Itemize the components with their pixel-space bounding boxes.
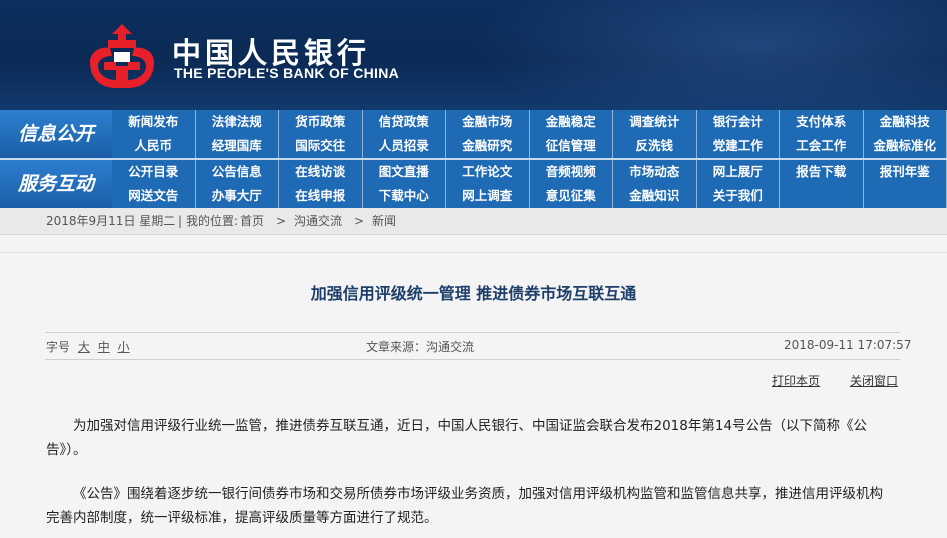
nav-item-info-13[interactable]: 人员招录 bbox=[363, 134, 447, 158]
meta-divider-bottom bbox=[45, 359, 900, 360]
meta-divider-top bbox=[45, 332, 900, 333]
nav-item-info-1[interactable]: 法律法规 bbox=[196, 110, 280, 134]
nav-item-info-5[interactable]: 金融稳定 bbox=[530, 110, 614, 134]
nav-item-info-17[interactable]: 党建工作 bbox=[697, 134, 781, 158]
nav-item-service-18 bbox=[780, 184, 864, 208]
location-label: 我的位置: bbox=[186, 208, 238, 234]
font-size-medium-link[interactable]: 中 bbox=[98, 340, 110, 354]
main-navigation: 信息公开 新闻发布法律法规货币政策信贷政策金融市场金融稳定调查统计银行会计支付体… bbox=[0, 110, 947, 208]
print-page-link[interactable]: 打印本页 bbox=[772, 372, 820, 389]
nav-item-service-2[interactable]: 在线访谈 bbox=[279, 160, 363, 184]
nav-item-info-14[interactable]: 金融研究 bbox=[446, 134, 530, 158]
nav-item-service-7[interactable]: 网上展厅 bbox=[697, 160, 781, 184]
breadcrumb-level1-link[interactable]: 沟通交流 bbox=[294, 208, 342, 234]
nav-item-service-16[interactable]: 金融知识 bbox=[613, 184, 697, 208]
nav-item-info-6[interactable]: 调查统计 bbox=[613, 110, 697, 134]
article-title: 加强信用评级统一管理 推进债券市场互联互通 bbox=[0, 280, 947, 304]
nav-item-info-10[interactable]: 人民币 bbox=[112, 134, 196, 158]
breadcrumb-level2-link[interactable]: 新闻 bbox=[372, 208, 396, 234]
current-date: 2018年9月11日 星期二 bbox=[46, 208, 175, 234]
nav-item-service-9[interactable]: 报刊年鉴 bbox=[864, 160, 947, 184]
article-paragraph: 《公告》围绕着逐步统一银行间债券市场和交易所债券市场评级业务资质，加强对信用评级… bbox=[46, 482, 896, 530]
nav-item-service-13[interactable]: 下载中心 bbox=[363, 184, 447, 208]
nav-item-service-17[interactable]: 关于我们 bbox=[697, 184, 781, 208]
nav-item-info-12[interactable]: 国际交往 bbox=[279, 134, 363, 158]
nav-item-service-0[interactable]: 公开目录 bbox=[112, 160, 196, 184]
nav-item-info-0[interactable]: 新闻发布 bbox=[112, 110, 196, 134]
nav-item-service-15[interactable]: 意见征集 bbox=[530, 184, 614, 208]
font-size-small-link[interactable]: 小 bbox=[118, 340, 130, 354]
nav-item-info-9[interactable]: 金融科技 bbox=[864, 110, 947, 134]
nav-item-info-19[interactable]: 金融标准化 bbox=[864, 134, 947, 158]
nav-section-label-info: 信息公开 bbox=[0, 110, 112, 158]
font-size-controls: 字号 大 中 小 bbox=[46, 338, 130, 355]
nav-item-service-10[interactable]: 网送文告 bbox=[112, 184, 196, 208]
nav-section-service: 服务互动 公开目录公告信息在线访谈图文直播工作论文音频视频市场动态网上展厅报告下… bbox=[0, 160, 947, 208]
nav-grid-service: 公开目录公告信息在线访谈图文直播工作论文音频视频市场动态网上展厅报告下载报刊年鉴… bbox=[112, 160, 947, 208]
nav-item-service-3[interactable]: 图文直播 bbox=[363, 160, 447, 184]
font-size-large-link[interactable]: 大 bbox=[78, 340, 90, 354]
nav-item-info-3[interactable]: 信贷政策 bbox=[363, 110, 447, 134]
nav-grid-info: 新闻发布法律法规货币政策信贷政策金融市场金融稳定调查统计银行会计支付体系金融科技… bbox=[112, 110, 947, 158]
breadcrumb-arrow: > bbox=[354, 208, 364, 234]
nav-item-service-8[interactable]: 报告下载 bbox=[780, 160, 864, 184]
nav-item-service-12[interactable]: 在线申报 bbox=[279, 184, 363, 208]
font-size-label: 字号 bbox=[46, 340, 70, 354]
nav-item-service-1[interactable]: 公告信息 bbox=[196, 160, 280, 184]
article-datetime: 2018-09-11 17:07:57 bbox=[784, 338, 911, 352]
nav-item-info-2[interactable]: 货币政策 bbox=[279, 110, 363, 134]
nav-item-service-11[interactable]: 办事大厅 bbox=[196, 184, 280, 208]
nav-section-info: 信息公开 新闻发布法律法规货币政策信贷政策金融市场金融稳定调查统计银行会计支付体… bbox=[0, 110, 947, 158]
header-glow bbox=[420, 0, 947, 110]
bank-name-en: THE PEOPLE'S BANK OF CHINA bbox=[174, 65, 399, 81]
nav-item-service-6[interactable]: 市场动态 bbox=[613, 160, 697, 184]
breadcrumb-home-link[interactable]: 首页 bbox=[240, 208, 264, 234]
breadcrumb: 2018年9月11日 星期二 | 我的位置: 首页 > 沟通交流 > 新闻 bbox=[0, 208, 947, 235]
nav-item-service-19 bbox=[864, 184, 947, 208]
pboc-logo-icon[interactable] bbox=[86, 22, 158, 90]
nav-item-info-8[interactable]: 支付体系 bbox=[780, 110, 864, 134]
breadcrumb-arrow: > bbox=[276, 208, 286, 234]
site-header: 中国人民银行 THE PEOPLE'S BANK OF CHINA bbox=[0, 0, 947, 110]
nav-item-info-16[interactable]: 反洗钱 bbox=[613, 134, 697, 158]
article-paragraph: 为加强对信用评级行业统一监管，推进债券互联互通，近日，中国人民银行、中国证监会联… bbox=[46, 414, 896, 462]
nav-item-info-7[interactable]: 银行会计 bbox=[697, 110, 781, 134]
article-source: 文章来源：沟通交流 bbox=[366, 338, 474, 355]
nav-item-info-15[interactable]: 征信管理 bbox=[530, 134, 614, 158]
nav-item-service-4[interactable]: 工作论文 bbox=[446, 160, 530, 184]
breadcrumb-separator: | bbox=[178, 208, 182, 234]
nav-section-label-service: 服务互动 bbox=[0, 160, 112, 208]
nav-item-service-14[interactable]: 网上调查 bbox=[446, 184, 530, 208]
close-window-link[interactable]: 关闭窗口 bbox=[850, 372, 898, 389]
nav-item-info-11[interactable]: 经理国库 bbox=[196, 134, 280, 158]
nav-item-info-4[interactable]: 金融市场 bbox=[446, 110, 530, 134]
nav-item-service-5[interactable]: 音频视频 bbox=[530, 160, 614, 184]
nav-item-info-18[interactable]: 工会工作 bbox=[780, 134, 864, 158]
